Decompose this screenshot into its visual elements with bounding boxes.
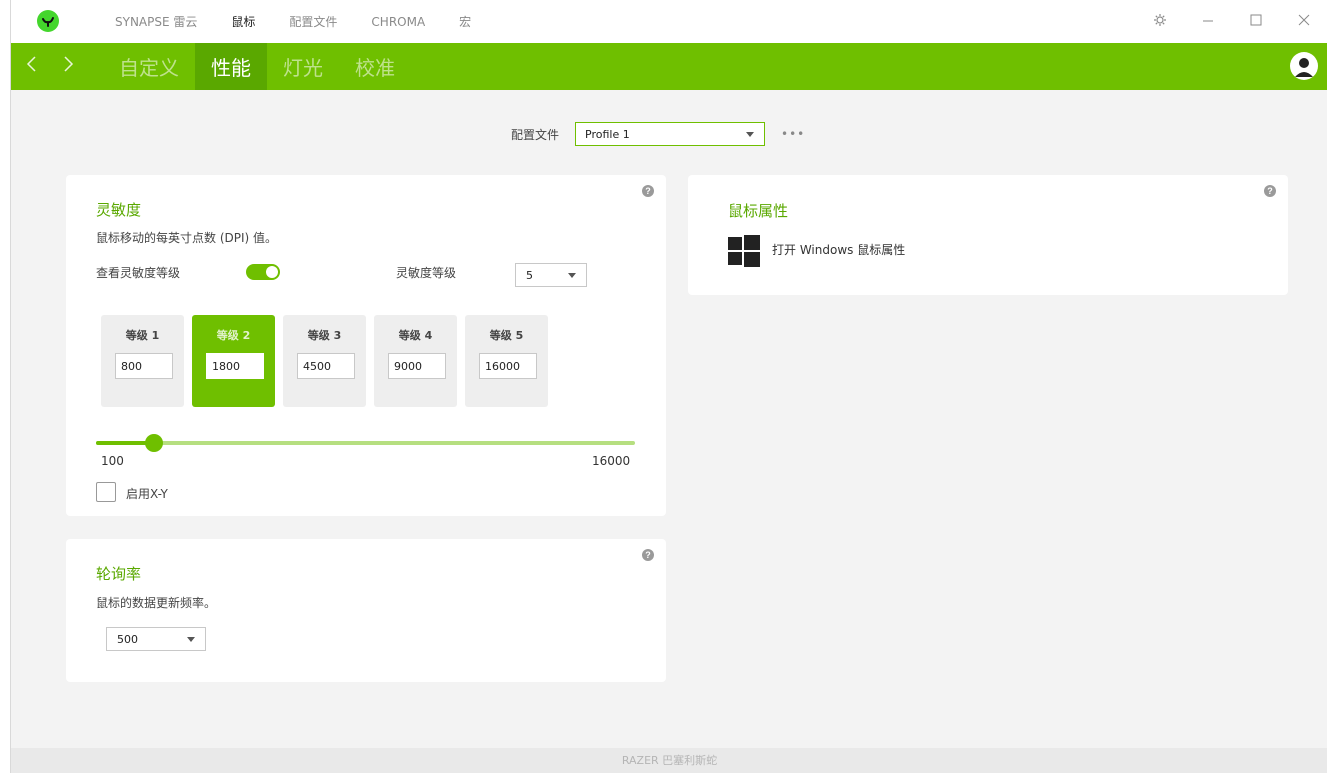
maximize-button[interactable] xyxy=(1232,13,1280,31)
polling-rate-title: 轮询率 xyxy=(96,565,142,583)
dpi-level-4[interactable]: 等级 4 9000 xyxy=(374,315,457,407)
dpi-level-label: 等级 5 xyxy=(489,329,524,342)
tab-lighting[interactable]: 灯光 xyxy=(267,43,339,90)
razer-logo-icon[interactable] xyxy=(37,10,59,32)
footer-device-name: RAZER 巴塞利斯蛇 xyxy=(11,748,1327,773)
toggle-knob xyxy=(266,266,278,278)
dpi-level-label: 等级 2 xyxy=(216,329,251,342)
sensitivity-description: 鼠标移动的每英寸点数 (DPI) 值。 xyxy=(96,231,278,245)
dpi-level-input[interactable]: 16000 xyxy=(479,353,537,379)
top-nav-profiles[interactable]: 配置文件 xyxy=(289,13,337,30)
dpi-level-input[interactable]: 800 xyxy=(115,353,173,379)
polling-rate-value: 500 xyxy=(117,632,138,646)
levels-count-select[interactable]: 5 xyxy=(515,263,587,287)
help-icon[interactable]: ? xyxy=(1264,185,1276,197)
caret-down-icon xyxy=(187,637,195,642)
top-nav-synapse[interactable]: SYNAPSE 雷云 xyxy=(115,13,197,30)
dpi-level-input[interactable]: 1800 xyxy=(206,353,264,379)
tab-performance[interactable]: 性能 xyxy=(195,43,267,90)
dpi-level-2[interactable]: 等级 2 1800 xyxy=(192,315,275,407)
chevron-right-icon xyxy=(64,56,74,72)
dpi-level-input[interactable]: 9000 xyxy=(388,353,446,379)
open-windows-mouse-properties-link[interactable]: 打开 Windows 鼠标属性 xyxy=(772,241,905,258)
help-icon[interactable]: ? xyxy=(642,185,654,197)
polling-rate-card: ? 轮询率 鼠标的数据更新频率。 500 xyxy=(66,539,666,682)
gear-icon xyxy=(1154,13,1166,26)
user-icon xyxy=(1295,58,1313,77)
app-window: SYNAPSE 雷云 鼠标 配置文件 CHROMA 宏 自定义 性能 灯光 校准… xyxy=(10,0,1327,773)
profile-select[interactable]: Profile 1 xyxy=(575,122,766,146)
dpi-range-min: 100 xyxy=(101,454,124,468)
dpi-level-label: 等级 3 xyxy=(307,329,342,342)
dpi-level-3[interactable]: 等级 3 4500 xyxy=(283,315,366,407)
window-controls xyxy=(1136,0,1327,43)
forward-button[interactable] xyxy=(61,53,75,81)
dpi-slider[interactable] xyxy=(96,434,635,452)
dpi-level-5[interactable]: 等级 5 16000 xyxy=(465,315,548,407)
dpi-level-label: 等级 4 xyxy=(398,329,433,342)
close-icon xyxy=(1298,14,1310,25)
mouse-properties-card: ? 鼠标属性 打开 Windows 鼠标属性 xyxy=(688,175,1288,295)
user-avatar[interactable] xyxy=(1290,52,1318,80)
view-levels-label: 查看灵敏度等级 xyxy=(96,266,181,280)
help-icon[interactable]: ? xyxy=(642,549,654,561)
top-nav-macro[interactable]: 宏 xyxy=(459,13,471,30)
back-button[interactable] xyxy=(25,53,39,81)
polling-rate-description: 鼠标的数据更新频率。 xyxy=(96,596,217,610)
dpi-levels: 等级 1 800 等级 2 1800 等级 3 4500 等级 4 9000 等… xyxy=(101,315,556,407)
chevron-left-icon xyxy=(26,56,36,72)
profile-select-value: Profile 1 xyxy=(585,127,630,141)
minimize-icon xyxy=(1203,20,1213,21)
sub-nav-tabs: 自定义 性能 灯光 校准 xyxy=(103,43,411,90)
enable-xy-checkbox[interactable] xyxy=(96,482,116,502)
dpi-level-1[interactable]: 等级 1 800 xyxy=(101,315,184,407)
sensitivity-title: 灵敏度 xyxy=(96,201,142,219)
caret-down-icon xyxy=(568,273,576,278)
top-nav: SYNAPSE 雷云 鼠标 配置文件 CHROMA 宏 xyxy=(115,0,505,43)
close-button[interactable] xyxy=(1280,13,1327,31)
dpi-level-label: 等级 1 xyxy=(125,329,160,342)
enable-xy-label: 启用X-Y xyxy=(126,487,168,501)
maximize-icon xyxy=(1250,14,1262,25)
more-options-button[interactable]: ••• xyxy=(781,127,805,141)
top-nav-mouse[interactable]: 鼠标 xyxy=(231,13,255,30)
polling-rate-select[interactable]: 500 xyxy=(106,627,206,651)
dpi-level-input[interactable]: 4500 xyxy=(297,353,355,379)
title-bar: SYNAPSE 雷云 鼠标 配置文件 CHROMA 宏 xyxy=(11,0,1327,43)
profile-label: 配置文件 xyxy=(511,127,560,142)
windows-logo-icon xyxy=(728,235,760,267)
dpi-range-max: 16000 xyxy=(592,454,631,468)
caret-down-icon xyxy=(746,132,755,137)
top-nav-chroma[interactable]: CHROMA xyxy=(371,15,425,29)
levels-count-value: 5 xyxy=(526,268,533,282)
minimize-button[interactable] xyxy=(1184,13,1232,31)
settings-button[interactable] xyxy=(1136,13,1184,31)
view-levels-toggle[interactable] xyxy=(246,264,280,280)
sensitivity-card: ? 灵敏度 鼠标移动的每英寸点数 (DPI) 值。 查看灵敏度等级 灵敏度等级 … xyxy=(66,175,666,516)
tab-calibration[interactable]: 校准 xyxy=(339,43,411,90)
profile-row: 配置文件 Profile 1 ••• xyxy=(511,121,805,147)
levels-count-label: 灵敏度等级 xyxy=(396,266,457,280)
sub-nav-bar: 自定义 性能 灯光 校准 xyxy=(11,43,1327,90)
mouse-properties-title: 鼠标属性 xyxy=(728,202,789,220)
dpi-slider-handle[interactable] xyxy=(144,434,163,452)
tab-customize[interactable]: 自定义 xyxy=(103,43,195,90)
